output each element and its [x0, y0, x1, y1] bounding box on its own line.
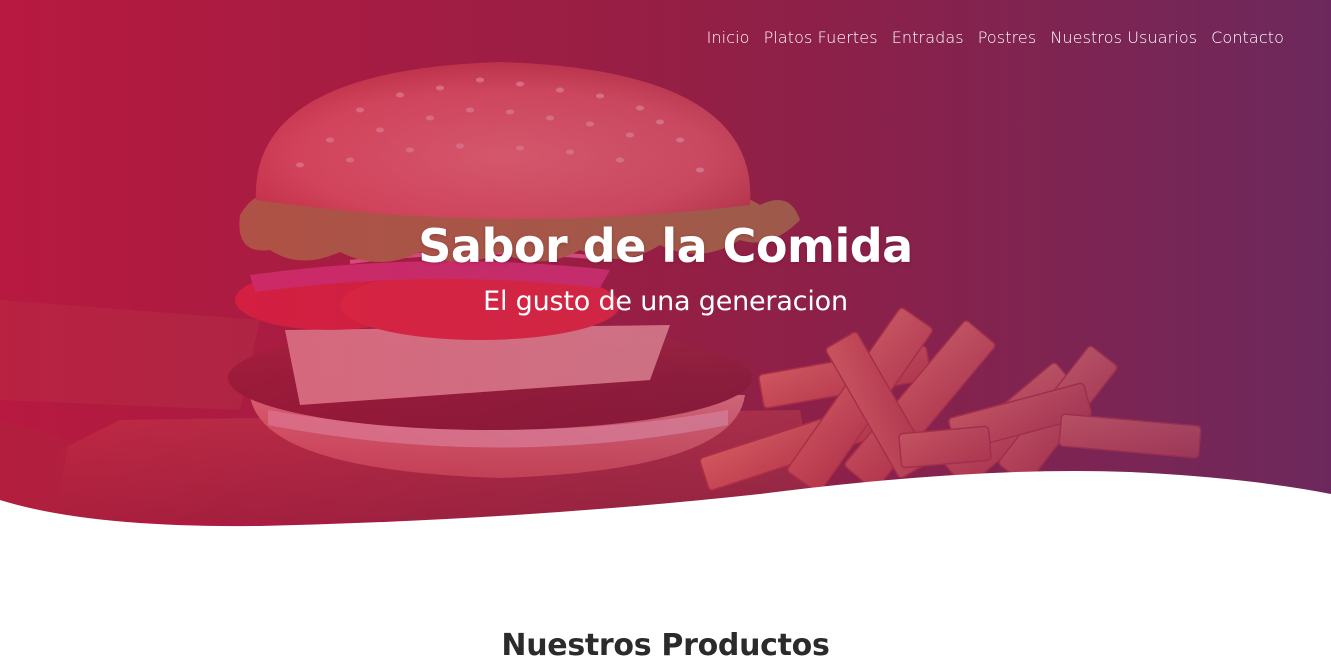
hero-title: Sabor de la Comida — [418, 219, 913, 273]
nav-item-entradas[interactable]: Entradas — [892, 28, 964, 47]
nav-item-label: Nuestros Usuarios — [1050, 28, 1198, 47]
hero-wave-divider — [0, 470, 1331, 540]
nav-item-label: Postres — [977, 28, 1037, 47]
nav-item-label: Inicio — [706, 28, 750, 47]
nav-item-postres[interactable]: Postres — [978, 28, 1037, 47]
nav-item-contacto[interactable]: Contacto — [1211, 28, 1284, 47]
nav-item-nuestros-usuarios[interactable]: Nuestros Usuarios — [1050, 28, 1197, 47]
nav-item-inicio[interactable]: Inicio — [707, 28, 750, 47]
hero-subtitle: El gusto de una generacion — [483, 286, 848, 317]
nav-item-platos-fuertes[interactable]: Platos Fuertes — [764, 28, 878, 47]
nav-item-label: Platos Fuertes — [763, 28, 878, 47]
nav-item-label: Entradas — [891, 28, 964, 47]
products-section-title: Nuestros Productos — [501, 628, 830, 663]
nav-item-label: Contacto — [1211, 28, 1284, 47]
nav-list: Inicio Platos Fuertes Entradas Postres N… — [707, 28, 1284, 48]
hero-text-block: Sabor de la Comida El gusto de una gener… — [0, 218, 1331, 320]
page: Inicio Platos Fuertes Entradas Postres N… — [0, 0, 1331, 665]
